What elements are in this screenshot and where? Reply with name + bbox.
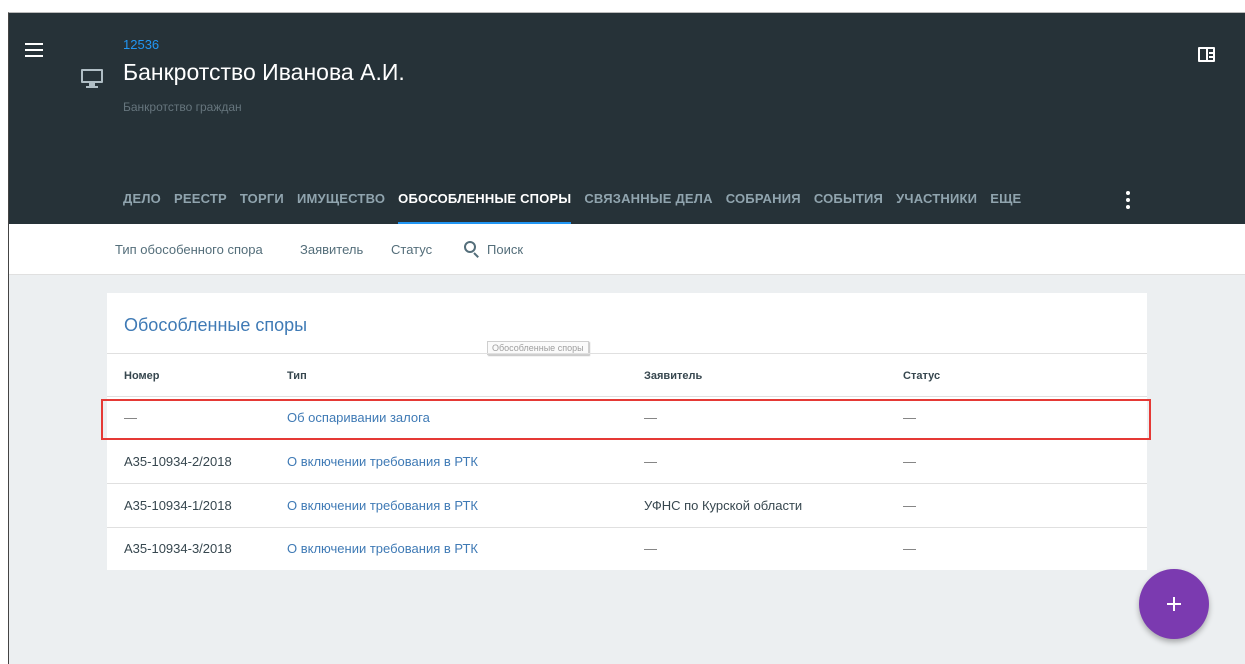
table-row[interactable]: А35-10934-3/2018 О включении требования …	[107, 528, 1147, 571]
column-header-number[interactable]: Номер	[124, 370, 160, 382]
tab-events[interactable]: СОБЫТИЯ	[814, 185, 883, 225]
filter-applicant[interactable]: Заявитель	[300, 242, 363, 257]
cell-status: —	[903, 410, 916, 425]
tab-delo[interactable]: ДЕЛО	[123, 185, 161, 225]
case-header: 12536 Банкротство Иванова А.И. Банкротст…	[9, 13, 1245, 225]
disputes-card: Обособленные споры Обособленные споры Но…	[101, 293, 1151, 571]
filter-bar: Тип обособенного спора Заявитель Статус …	[9, 224, 1245, 275]
add-button[interactable]	[1139, 569, 1209, 639]
case-subtitle: Банкротство граждан	[123, 100, 242, 114]
tab-related-cases[interactable]: СВЯЗАННЫЕ ДЕЛА	[584, 185, 712, 225]
filter-dispute-type[interactable]: Тип обособенного спора	[115, 242, 263, 257]
cell-applicant: УФНС по Курской области	[644, 498, 803, 513]
cell-number: —	[124, 410, 137, 425]
filter-status[interactable]: Статус	[391, 242, 432, 257]
cell-type-link[interactable]: О включении требования в РТК	[287, 454, 478, 469]
table-row[interactable]: А35-10934-1/2018 О включении требования …	[107, 485, 1147, 528]
cell-status: —	[903, 498, 916, 513]
cell-number: А35-10934-1/2018	[124, 498, 232, 513]
app-window: 12536 Банкротство Иванова А.И. Банкротст…	[8, 12, 1245, 664]
cell-number: А35-10934-2/2018	[124, 454, 232, 469]
card-title: Обособленные споры	[124, 315, 308, 335]
table-header: Номер Тип Заявитель Статус	[107, 353, 1147, 397]
table-row[interactable]: А35-10934-2/2018 О включении требования …	[107, 441, 1147, 484]
monitor-icon	[81, 69, 103, 89]
tab-reestr[interactable]: РЕЕСТР	[174, 185, 227, 225]
side-panel-icon[interactable]	[1198, 47, 1215, 62]
tab-more[interactable]: ЕЩЕ	[990, 185, 1021, 225]
cell-status: —	[903, 454, 916, 469]
cell-status: —	[903, 541, 916, 556]
cell-applicant: —	[644, 410, 657, 425]
highlight-box	[101, 399, 1151, 440]
case-number[interactable]: 12536	[123, 37, 159, 52]
cell-type-link[interactable]: О включении требования в РТК	[287, 498, 478, 513]
search-icon[interactable]	[464, 241, 480, 258]
column-header-applicant[interactable]: Заявитель	[644, 370, 702, 382]
tab-torgi[interactable]: ТОРГИ	[240, 185, 284, 225]
table-row[interactable]: — Об оспаривании залога — —	[101, 397, 1151, 440]
cell-type-link[interactable]: О включении требования в РТК	[287, 541, 478, 556]
page-title: Банкротство Иванова А.И.	[123, 59, 405, 85]
tab-meetings[interactable]: СОБРАНИЯ	[726, 185, 801, 225]
cell-applicant: —	[644, 454, 657, 469]
tab-participants[interactable]: УЧАСТНИКИ	[896, 185, 977, 225]
tab-separate-disputes[interactable]: ОБОСОБЛЕННЫЕ СПОРЫ	[398, 185, 572, 225]
hamburger-menu-icon[interactable]	[25, 43, 43, 57]
tab-imushchestvo[interactable]: ИМУЩЕСТВО	[297, 185, 385, 225]
cell-number: А35-10934-3/2018	[124, 541, 232, 556]
more-vertical-icon[interactable]	[1126, 191, 1130, 209]
cell-type-link[interactable]: Об оспаривании залога	[287, 410, 430, 425]
cell-applicant: —	[644, 541, 657, 556]
tab-bar: ДЕЛО РЕЕСТР ТОРГИ ИМУЩЕСТВО ОБОСОБЛЕННЫЕ…	[123, 185, 1034, 225]
column-header-status[interactable]: Статус	[903, 370, 940, 382]
search-label[interactable]: Поиск	[487, 242, 523, 257]
column-header-type[interactable]: Тип	[287, 370, 307, 382]
